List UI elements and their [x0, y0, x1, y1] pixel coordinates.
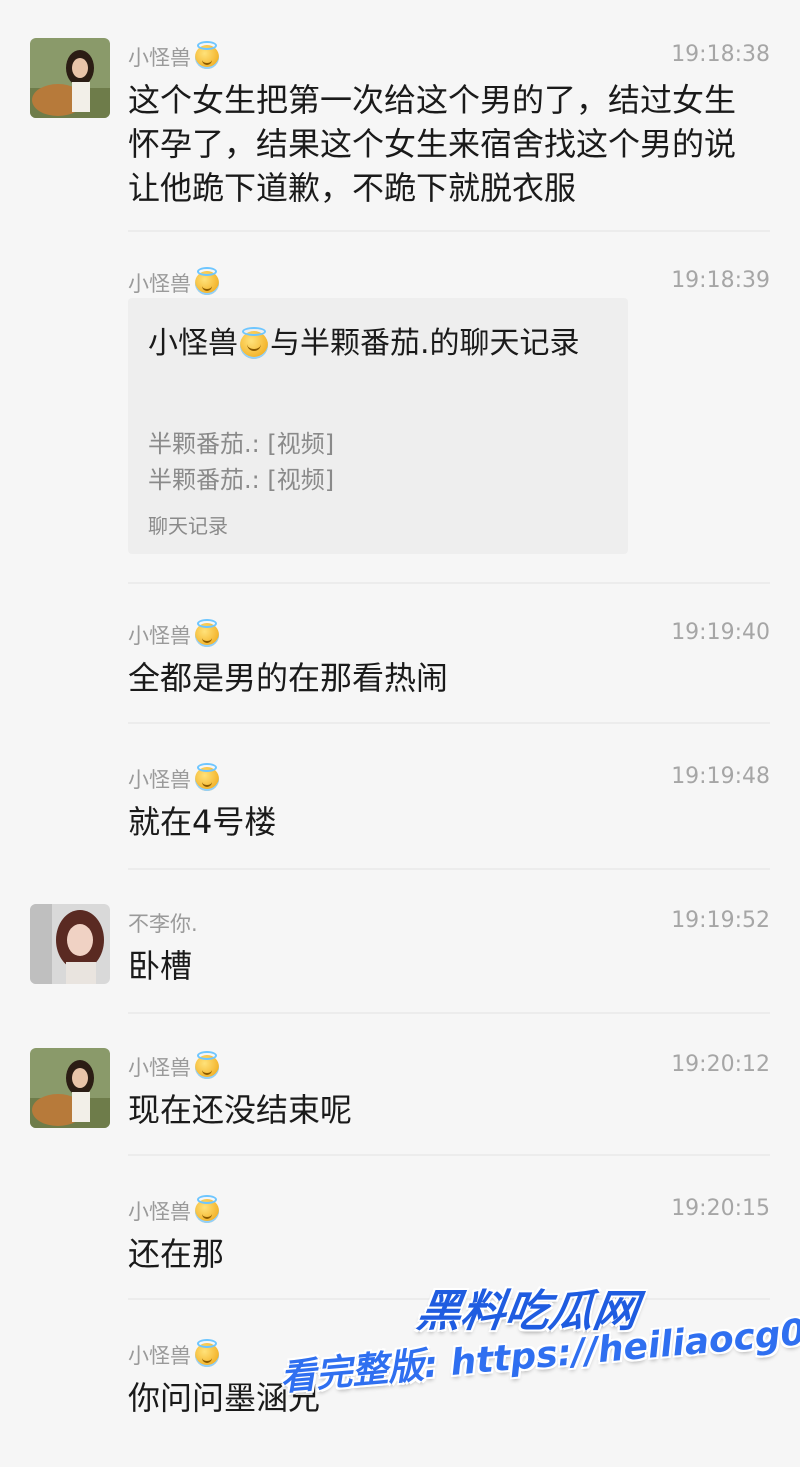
divider: [128, 582, 770, 584]
sender-name: 小怪兽: [128, 1339, 219, 1370]
sender-name: 不李你.: [128, 912, 198, 936]
sender-name: 小怪兽: [128, 763, 219, 794]
avatar-xiaoguaishou[interactable]: [30, 1048, 110, 1128]
message-text[interactable]: 这个女生把第一次给这个男的了，结过女生怀孕了，结果这个女生来宿舍找这个男的说让他…: [128, 78, 758, 210]
message-time: 19:19:48: [671, 764, 770, 789]
divider: [128, 868, 770, 870]
angel-emoji-icon: [195, 763, 219, 791]
avatar-xiaoguaishou[interactable]: [30, 38, 110, 118]
avatar-buline[interactable]: [30, 904, 110, 984]
chat-record-line: 半颗番茄.: [视频]: [148, 466, 335, 494]
divider: [128, 722, 770, 724]
sender-name: 小怪兽: [128, 267, 219, 298]
angel-emoji-icon: [195, 1195, 219, 1223]
message-text[interactable]: 卧槽: [128, 944, 758, 988]
message-time: 19:19:52: [671, 908, 770, 933]
sender-name: 小怪兽: [128, 1051, 219, 1082]
sender-name: 小怪兽: [128, 619, 219, 650]
divider: [128, 230, 770, 232]
angel-emoji-icon: [195, 619, 219, 647]
message-text[interactable]: 就在4号楼: [128, 800, 758, 844]
divider: [128, 1012, 770, 1014]
message-time: 19:20:15: [671, 1196, 770, 1221]
angel-emoji-icon: [240, 326, 268, 359]
message-time: 19:18:38: [671, 42, 770, 67]
chat-record-line: 半颗番茄.: [视频]: [148, 430, 335, 458]
watermark-brand: 黑料吃瓜网: [413, 1286, 641, 1337]
message-time: 19:18:39: [671, 268, 770, 293]
sender-name: 小怪兽: [128, 1195, 219, 1226]
message-time: 19:19:40: [671, 620, 770, 645]
angel-emoji-icon: [195, 267, 219, 295]
chat-record-card[interactable]: 小怪兽 与半颗番茄.的聊天记录 半颗番茄.: [视频] 半颗番茄.: [视频] 聊…: [128, 298, 628, 554]
divider: [128, 1154, 770, 1156]
chat-record-title: 小怪兽 与半颗番茄.的聊天记录: [148, 326, 580, 361]
angel-emoji-icon: [195, 1051, 219, 1079]
divider: [128, 1298, 770, 1300]
watermark: 黑料吃瓜网 看完整版: https://heiliaocg01.com: [279, 1275, 800, 1465]
message-text[interactable]: 还在那: [128, 1232, 758, 1276]
message-text[interactable]: 现在还没结束呢: [128, 1088, 758, 1132]
sender-name: 小怪兽: [128, 41, 219, 72]
chat-record-footer: 聊天记录: [148, 514, 228, 538]
angel-emoji-icon: [195, 1339, 219, 1367]
message-text[interactable]: 全都是男的在那看热闹: [128, 656, 758, 700]
message-time: 19:20:12: [671, 1052, 770, 1077]
angel-emoji-icon: [195, 41, 219, 69]
message-text[interactable]: 你问问墨涵兄: [128, 1376, 758, 1420]
